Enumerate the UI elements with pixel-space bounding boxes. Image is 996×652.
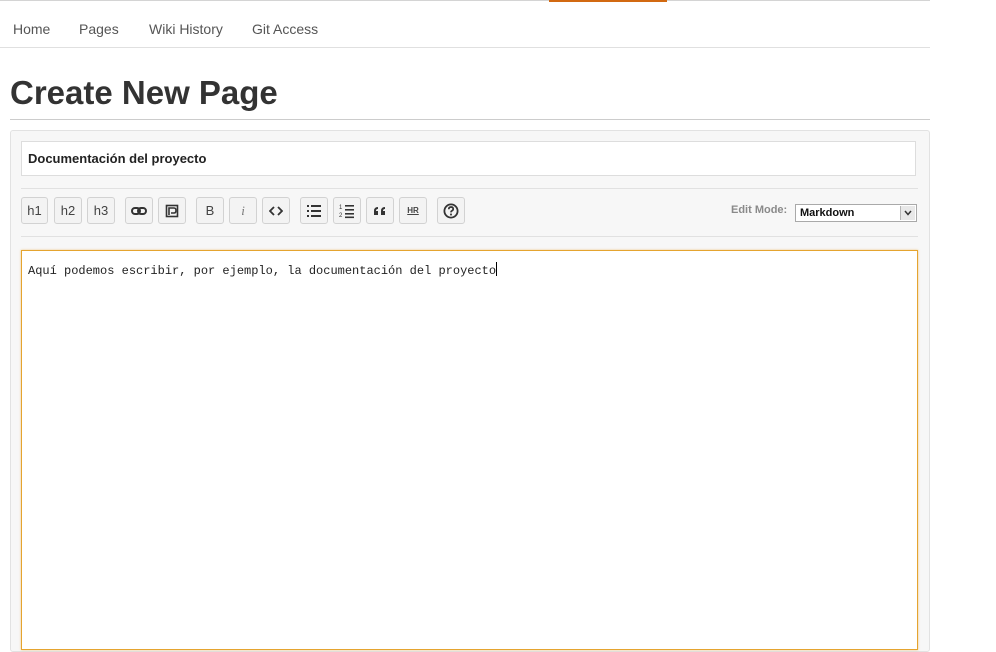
nav-home-link[interactable]: Home: [13, 21, 50, 37]
blockquote-icon: [373, 206, 387, 216]
edit-mode-value: Markdown: [800, 207, 855, 219]
edit-mode-label: Edit Mode:: [731, 204, 788, 216]
wiki-nav: Home Pages Wiki History Git Access: [0, 0, 930, 48]
italic-button[interactable]: i: [229, 197, 257, 224]
chevron-down-icon: [900, 206, 915, 220]
nav-wiki-history-link[interactable]: Wiki History: [149, 21, 223, 37]
blockquote-button[interactable]: [366, 197, 394, 224]
content-text: Aquí podemos escribir, por ejemplo, la d…: [28, 262, 498, 278]
page-name-input[interactable]: Documentación del proyecto: [21, 141, 916, 176]
svg-text:1: 1: [339, 205, 343, 211]
svg-text:2: 2: [339, 213, 343, 219]
title-divider: [10, 119, 930, 120]
horizontal-rule-icon: HR: [407, 206, 419, 215]
h2-label: h2: [60, 203, 76, 218]
link-icon: [131, 205, 147, 217]
h2-button[interactable]: h2: [54, 197, 82, 224]
page-content-textarea[interactable]: Aquí podemos escribir, por ejemplo, la d…: [21, 250, 918, 650]
h1-label: h1: [27, 203, 42, 218]
link-button[interactable]: [125, 197, 153, 224]
h1-button[interactable]: h1: [21, 197, 48, 224]
horizontal-rule-button[interactable]: HR: [399, 197, 427, 224]
toolbar-top-divider: [21, 188, 918, 189]
code-button[interactable]: [262, 197, 290, 224]
help-button[interactable]: [437, 197, 465, 224]
unordered-list-icon: [306, 204, 322, 218]
ordered-list-button[interactable]: 1 2: [333, 197, 361, 224]
image-button[interactable]: [158, 197, 186, 224]
h3-button[interactable]: h3: [87, 197, 115, 224]
nav-git-access-link[interactable]: Git Access: [252, 21, 318, 37]
bold-button[interactable]: B: [196, 197, 224, 224]
unordered-list-button[interactable]: [300, 197, 328, 224]
toolbar-bottom-divider: [21, 236, 918, 237]
content-text-value: Aquí podemos escribir, por ejemplo, la d…: [28, 264, 497, 278]
ordered-list-icon: 1 2: [339, 203, 355, 219]
bold-label: B: [205, 203, 215, 218]
h3-label: h3: [93, 203, 109, 218]
nav-pages-link[interactable]: Pages: [79, 21, 119, 37]
text-caret: [496, 262, 498, 276]
edit-mode-select[interactable]: Markdown: [795, 204, 917, 222]
help-icon: [443, 203, 459, 219]
code-icon: [269, 205, 283, 216]
page-title: Create New Page: [10, 74, 278, 111]
image-icon: [165, 204, 179, 218]
italic-label: i: [241, 202, 245, 218]
hr-label: HR: [407, 206, 419, 215]
